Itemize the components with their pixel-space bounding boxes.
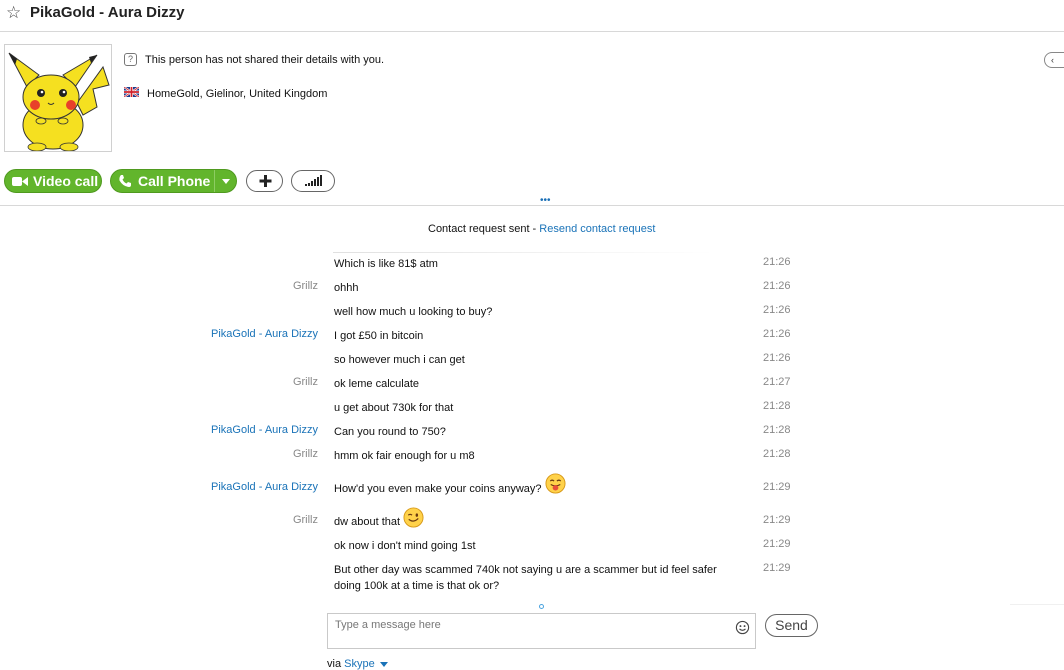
- message-separator: [333, 252, 713, 253]
- message-sender[interactable]: PikaGold - Aura Dizzy: [211, 424, 318, 436]
- call-phone-label: Call Phone: [138, 173, 211, 189]
- message-sender[interactable]: Grillz: [293, 280, 318, 292]
- message-time: 21:29: [763, 481, 791, 493]
- add-button[interactable]: [246, 170, 283, 192]
- privacy-note-row: ? This person has not shared their detai…: [124, 53, 384, 66]
- title-bar: ☆ PikaGold - Aura Dizzy: [0, 0, 1064, 32]
- message-text: u get about 730k for that: [334, 402, 454, 414]
- emoticon-picker-icon[interactable]: [735, 620, 750, 635]
- privacy-note: This person has not shared their details…: [145, 53, 385, 66]
- message-body: dw about that: [334, 507, 744, 530]
- message-time: 21:27: [763, 376, 791, 388]
- message-sender[interactable]: PikaGold - Aura Dizzy: [211, 481, 318, 493]
- message-sender[interactable]: Grillz: [293, 448, 318, 460]
- message-time: 21:26: [763, 280, 791, 292]
- message-text: I got £50 in bitcoin: [334, 330, 424, 342]
- question-icon: ?: [124, 53, 137, 66]
- pikachu-avatar-icon: [8, 52, 110, 151]
- via-prefix: via: [327, 658, 345, 670]
- call-phone-button[interactable]: Call Phone: [110, 169, 237, 193]
- caret-down-icon: [222, 179, 230, 184]
- video-camera-icon: [12, 176, 28, 186]
- video-call-label: Video call: [33, 173, 99, 189]
- location-row: HomeGold, Gielinor, United Kingdom: [123, 86, 328, 100]
- message-time: 21:26: [763, 328, 791, 340]
- message-time: 21:29: [763, 538, 791, 550]
- message-sender[interactable]: Grillz: [293, 514, 318, 526]
- edge-line: [1010, 604, 1064, 605]
- message-text: Can you round to 750?: [334, 426, 446, 438]
- signal-bars-icon: [305, 175, 322, 186]
- resend-contact-request-link[interactable]: Resend contact request: [539, 223, 655, 235]
- message-text: How'd you even make your coins anyway?: [334, 483, 542, 495]
- message-input[interactable]: [335, 619, 715, 631]
- message-sender[interactable]: PikaGold - Aura Dizzy: [211, 328, 318, 340]
- message-time: 21:28: [763, 448, 791, 460]
- message-text: ok leme calculate: [334, 378, 419, 390]
- header-divider: [0, 205, 1064, 206]
- call-phone-dropdown[interactable]: [214, 170, 236, 192]
- favorite-star-icon[interactable]: ☆: [6, 3, 21, 23]
- message-time: 21:26: [763, 304, 791, 316]
- plus-icon: [259, 175, 272, 187]
- collapse-panel-button[interactable]: ‹: [1044, 52, 1064, 68]
- message-text: ohhh: [334, 282, 359, 294]
- message-time: 21:28: [763, 424, 791, 436]
- video-call-button[interactable]: Video call: [4, 169, 102, 193]
- message-time: 21:26: [763, 256, 791, 268]
- via-skype: via Skype: [327, 658, 388, 670]
- message-body: How'd you even make your coins anyway?: [334, 473, 744, 497]
- caret-down-icon[interactable]: [379, 661, 388, 667]
- message-text: well how much u looking to buy?: [334, 306, 493, 318]
- message-text: so however much i can get: [334, 354, 465, 366]
- call-quality-button[interactable]: [291, 170, 335, 192]
- message-text: Which is like 81$ atm: [334, 258, 438, 270]
- message-time: 21:26: [763, 352, 791, 364]
- tongue-out-emoji-icon: [545, 473, 566, 494]
- resize-handle-icon[interactable]: •••: [540, 196, 551, 206]
- message-text: dw about that: [334, 516, 401, 528]
- message-text: hmm ok fair enough for u m8: [334, 450, 475, 462]
- send-button[interactable]: Send: [765, 614, 818, 637]
- message-composer[interactable]: [327, 613, 756, 649]
- chevron-left-icon: ‹: [1051, 55, 1054, 65]
- phone-icon: [119, 175, 131, 187]
- contact-title: PikaGold - Aura Dizzy: [30, 4, 185, 21]
- location-text: HomeGold, Gielinor, United Kingdom: [147, 87, 328, 100]
- message-sender[interactable]: Grillz: [293, 376, 318, 388]
- typing-indicator-icon: [539, 604, 544, 609]
- message-text: But other day was scammed 740k not sayin…: [334, 564, 717, 592]
- contact-avatar[interactable]: [4, 44, 112, 152]
- message-time: 21:29: [763, 562, 791, 574]
- message-time: 21:28: [763, 400, 791, 412]
- wink-emoji-icon: [403, 507, 424, 528]
- message-time: 21:29: [763, 514, 791, 526]
- uk-flag-icon: [123, 86, 140, 100]
- contact-request-notice: Contact request sent - Resend contact re…: [428, 223, 655, 235]
- contact-request-text: Contact request sent -: [428, 223, 540, 235]
- message-text: ok now i don't mind going 1st: [334, 540, 476, 552]
- skype-link[interactable]: Skype: [344, 658, 375, 670]
